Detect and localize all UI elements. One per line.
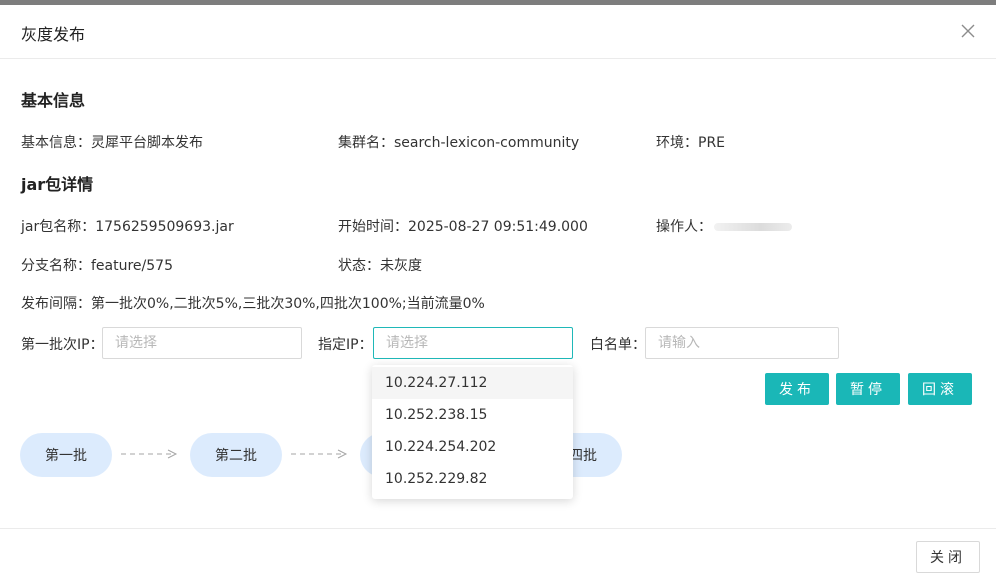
whitelist-label: 白名单： bbox=[590, 337, 646, 353]
operator-row: 操作人： bbox=[656, 216, 792, 236]
pause-button[interactable]: 暂停 bbox=[836, 373, 900, 405]
specified-ip-input[interactable] bbox=[374, 328, 572, 358]
first-batch-ip-input[interactable] bbox=[103, 328, 301, 358]
cluster-row: 集群名：search-lexicon-community bbox=[338, 132, 579, 152]
basic-info-heading: 基本信息 bbox=[21, 91, 86, 110]
dropdown-option[interactable]: 10.252.238.15 bbox=[372, 399, 573, 431]
start-time-label: 开始时间： bbox=[338, 219, 408, 235]
jar-name-row: jar包名称：1756259509693.jar bbox=[21, 216, 234, 236]
batch-step-2: 第二批 bbox=[190, 433, 282, 477]
basic-info-label: 基本信息： bbox=[21, 135, 91, 151]
status-value: 未灰度 bbox=[380, 258, 422, 274]
batch-step-1: 第一批 bbox=[20, 433, 112, 477]
first-batch-ip-label: 第一批次IP： bbox=[21, 337, 104, 353]
dropdown-option[interactable]: 10.252.229.82 bbox=[372, 463, 573, 495]
whitelist-input[interactable] bbox=[646, 328, 838, 358]
dropdown-option[interactable]: 10.224.27.112 bbox=[372, 367, 573, 399]
env-label: 环境： bbox=[656, 135, 698, 151]
operator-label: 操作人： bbox=[656, 219, 712, 235]
ip-dropdown-menu: 10.224.27.112 10.252.238.15 10.224.254.2… bbox=[372, 365, 573, 499]
arrow-right-icon bbox=[291, 449, 348, 459]
start-time-row: 开始时间：2025-08-27 09:51:49.000 bbox=[338, 216, 588, 236]
branch-row: 分支名称：feature/575 bbox=[21, 255, 173, 275]
publish-button[interactable]: 发布 bbox=[765, 373, 829, 405]
rollback-button[interactable]: 回滚 bbox=[908, 373, 972, 405]
basic-info-value: 灵犀平台脚本发布 bbox=[91, 135, 203, 151]
interval-label: 发布间隔： bbox=[21, 296, 91, 312]
operator-value-redacted bbox=[714, 223, 792, 231]
env-value: PRE bbox=[698, 135, 726, 151]
status-label: 状态： bbox=[338, 258, 380, 274]
specified-ip-select[interactable] bbox=[373, 327, 573, 359]
status-row: 状态：未灰度 bbox=[338, 255, 422, 275]
first-batch-ip-select[interactable] bbox=[102, 327, 302, 359]
dialog-title: 灰度发布 bbox=[21, 25, 86, 44]
basic-info-row: 基本信息：灵犀平台脚本发布 bbox=[21, 132, 203, 152]
dropdown-option[interactable]: 10.224.254.202 bbox=[372, 431, 573, 463]
jar-name-label: jar包名称： bbox=[21, 219, 96, 235]
interval-value: 第一批次0%,二批次5%,三批次30%,四批次100%;当前流量0% bbox=[91, 296, 485, 312]
close-button[interactable]: 关闭 bbox=[916, 541, 980, 573]
dialog-footer: 关闭 bbox=[0, 528, 996, 578]
whitelist-field[interactable] bbox=[645, 327, 839, 359]
interval-row: 发布间隔：第一批次0%,二批次5%,三批次30%,四批次100%;当前流量0% bbox=[21, 293, 485, 313]
env-row: 环境：PRE bbox=[656, 132, 725, 152]
dialog-header: 灰度发布 bbox=[0, 5, 996, 59]
jar-details-heading: jar包详情 bbox=[21, 175, 94, 194]
start-time-value: 2025-08-27 09:51:49.000 bbox=[408, 219, 588, 235]
arrow-right-icon bbox=[121, 449, 178, 459]
jar-name-value: 1756259509693.jar bbox=[95, 219, 234, 235]
branch-value: feature/575 bbox=[91, 258, 173, 274]
branch-label: 分支名称： bbox=[21, 258, 91, 274]
cluster-value: search-lexicon-community bbox=[394, 135, 580, 151]
specified-ip-label: 指定IP： bbox=[318, 337, 373, 353]
cluster-label: 集群名： bbox=[338, 135, 394, 151]
close-icon[interactable] bbox=[958, 21, 978, 41]
